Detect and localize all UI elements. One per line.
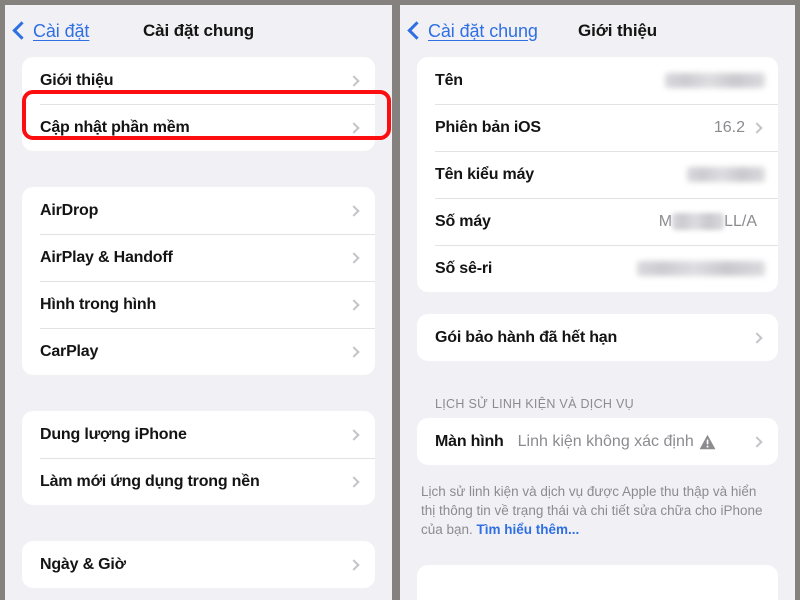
settings-row-gioi-thieu[interactable]: Giới thiệu — [22, 57, 375, 104]
chevron-right-icon — [751, 121, 763, 134]
left-content: Giới thiệu Cập nhật phần mềm AirDrop Air… — [5, 57, 392, 588]
back-button-label: Cài đặt chung — [428, 20, 538, 41]
right-navbar: Cài đặt chung Giới thiệu — [400, 5, 795, 57]
about-row-label: Màn hình — [435, 432, 504, 450]
about-group-card: Giới thiệu Cập nhật phần mềm — [22, 57, 375, 151]
chevron-right-icon — [348, 204, 360, 217]
footnote-text: Lịch sử linh kiện và dịch vụ được Apple … — [421, 484, 763, 538]
settings-row-iphone-storage[interactable]: Dung lượng iPhone — [22, 411, 375, 458]
settings-row-label: Làm mới ứng dụng trong nền — [40, 472, 260, 490]
screenshot-root: Cài đặt Cài đặt chung Giới thiệu Cập nhậ… — [0, 0, 800, 600]
right-screen-about: Cài đặt chung Giới thiệu Tên Phiên bản i… — [400, 5, 795, 600]
chevron-right-icon — [348, 251, 360, 264]
datetime-group-card: Ngày & Giờ — [22, 541, 375, 588]
redacted-value-serial-number — [637, 261, 765, 276]
about-row-model-name[interactable]: Tên kiểu máy — [417, 151, 778, 198]
settings-row-label: Dung lượng iPhone — [40, 425, 187, 443]
about-row-label — [435, 580, 439, 598]
about-row-value: 16.2 — [713, 118, 745, 136]
chevron-right-icon — [348, 74, 360, 87]
chevron-right-icon — [751, 435, 763, 448]
redacted-value-model-number-middle — [672, 213, 725, 230]
about-row-partial[interactable] — [417, 565, 778, 600]
device-info-card: Tên Phiên bản iOS 16.2 Tên kiểu máy Số m… — [417, 57, 778, 292]
chevron-right-icon — [348, 121, 360, 134]
back-button-settings[interactable]: Cài đặt — [12, 20, 90, 42]
warning-triangle-icon — [699, 434, 716, 450]
chevron-right-icon — [751, 331, 763, 344]
chevron-right-icon — [348, 298, 360, 311]
right-page-title: Giới thiệu — [578, 21, 658, 40]
about-row-warranty[interactable]: Gói bảo hành đã hết hạn — [417, 314, 778, 361]
chevron-left-icon — [407, 21, 426, 40]
about-row-label: Phiên bản iOS — [435, 118, 541, 136]
chevron-right-icon — [348, 428, 360, 441]
left-screen-general-settings: Cài đặt Cài đặt chung Giới thiệu Cập nhậ… — [5, 5, 392, 600]
left-navbar: Cài đặt Cài đặt chung — [5, 5, 392, 57]
about-row-ios-version[interactable]: Phiên bản iOS 16.2 — [417, 104, 778, 151]
settings-row-date-time[interactable]: Ngày & Giờ — [22, 541, 375, 588]
chevron-left-icon — [12, 21, 31, 40]
next-card-partial — [417, 565, 778, 600]
learn-more-link[interactable]: Tìm hiểu thêm... — [477, 522, 580, 537]
about-row-value: Linh kiện không xác định — [517, 432, 694, 450]
back-button-general-settings[interactable]: Cài đặt chung — [407, 20, 538, 42]
settings-row-label: Hình trong hình — [40, 295, 157, 313]
warranty-card: Gói bảo hành đã hết hạn — [417, 314, 778, 361]
settings-row-label: Giới thiệu — [40, 71, 114, 89]
about-row-label: Số sê-ri — [435, 259, 493, 277]
model-number-prefix: M — [658, 212, 673, 230]
chevron-right-icon — [348, 345, 360, 358]
settings-row-cap-nhat-phan-mem[interactable]: Cập nhật phần mềm — [22, 104, 375, 151]
chevron-right-icon — [348, 558, 360, 571]
settings-row-background-app-refresh[interactable]: Làm mới ứng dụng trong nền — [22, 458, 375, 505]
back-button-label: Cài đặt — [33, 20, 90, 41]
about-row-display-part[interactable]: Màn hình Linh kiện không xác định — [417, 418, 778, 465]
about-row-label: Tên kiểu máy — [435, 165, 534, 183]
about-row-label: Số máy — [435, 212, 491, 230]
settings-row-label: Cập nhật phần mềm — [40, 118, 190, 136]
settings-row-carplay[interactable]: CarPlay — [22, 328, 375, 375]
settings-row-airdrop[interactable]: AirDrop — [22, 187, 375, 234]
about-row-value-partial: M LL/A — [659, 213, 757, 231]
settings-row-label: Ngày & Giờ — [40, 555, 126, 573]
model-number-suffix: LL/A — [724, 212, 757, 230]
settings-row-label: CarPlay — [40, 342, 99, 360]
about-row-label: Gói bảo hành đã hết hạn — [435, 328, 618, 346]
about-row-ten[interactable]: Tên — [417, 57, 778, 104]
parts-history-footnote: Lịch sử linh kiện và dịch vụ được Apple … — [417, 473, 778, 539]
about-row-model-number[interactable]: Số máy M LL/A — [417, 198, 778, 245]
parts-history-section-header: LỊCH SỬ LINH KIỆN VÀ DỊCH VỤ — [435, 397, 634, 411]
about-row-label: Tên — [435, 71, 463, 89]
right-content: Tên Phiên bản iOS 16.2 Tên kiểu máy Số m… — [400, 57, 795, 600]
redacted-value-device-name — [665, 73, 765, 88]
parts-history-card: Màn hình Linh kiện không xác định — [417, 418, 778, 465]
settings-row-label: AirPlay & Handoff — [40, 248, 173, 266]
connectivity-group-card: AirDrop AirPlay & Handoff Hình trong hìn… — [22, 187, 375, 375]
settings-row-label: AirDrop — [40, 201, 99, 219]
about-row-serial-number[interactable]: Số sê-ri — [417, 245, 778, 292]
settings-row-airplay-handoff[interactable]: AirPlay & Handoff — [22, 234, 375, 281]
redacted-value-model-name — [687, 167, 765, 182]
chevron-right-icon — [348, 475, 360, 488]
storage-group-card: Dung lượng iPhone Làm mới ứng dụng trong… — [22, 411, 375, 505]
settings-row-picture-in-picture[interactable]: Hình trong hình — [22, 281, 375, 328]
